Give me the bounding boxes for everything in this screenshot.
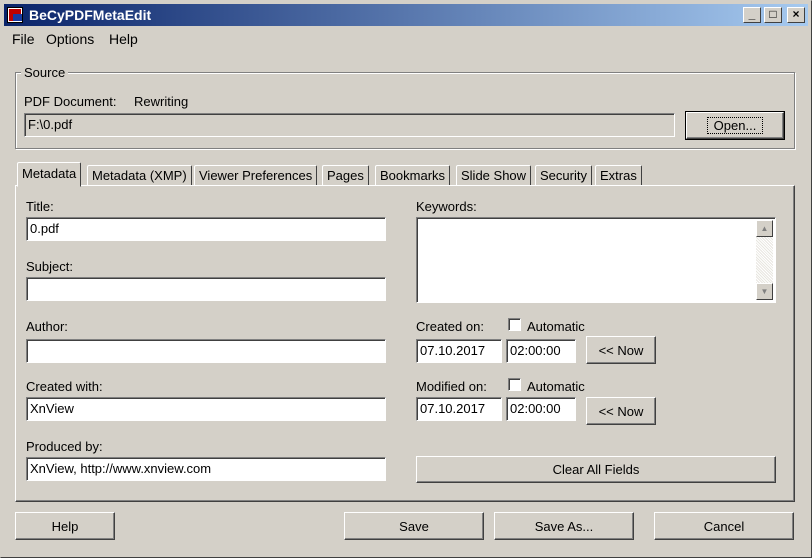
open-button[interactable]: Open...: [685, 111, 785, 140]
menu-options[interactable]: Options: [46, 31, 94, 47]
tab-metadata[interactable]: Metadata: [17, 162, 82, 187]
modified-automatic-label: Automatic: [527, 379, 585, 394]
created-now-button[interactable]: << Now: [586, 336, 656, 364]
source-group: [15, 72, 795, 149]
scroll-up-icon[interactable]: ▲: [756, 220, 773, 237]
tab-security[interactable]: Security: [535, 165, 592, 186]
title-bar[interactable]: BeCyPDFMetaEdit _ □ ×: [4, 4, 808, 26]
title-label: Title:: [26, 199, 54, 214]
created-date-input[interactable]: 07.10.2017: [416, 339, 502, 363]
save-as-button[interactable]: Save As...: [494, 512, 634, 540]
clear-all-fields-button[interactable]: Clear All Fields: [416, 456, 776, 483]
open-button-label: Open...: [706, 117, 764, 134]
keywords-scrollbar[interactable]: ▲ ▼: [756, 220, 773, 300]
close-button[interactable]: ×: [787, 7, 805, 23]
menu-help[interactable]: Help: [109, 31, 138, 47]
menu-bar: File Options Help: [4, 29, 808, 51]
subject-label: Subject:: [26, 259, 73, 274]
tab-metadata-xmp[interactable]: Metadata (XMP): [87, 165, 192, 186]
modified-on-label: Modified on:: [416, 379, 487, 394]
tab-bookmarks[interactable]: Bookmarks: [375, 165, 451, 186]
modified-automatic-checkbox[interactable]: [508, 378, 521, 391]
file-path-field: F:\0.pdf: [24, 113, 675, 137]
mode-label: Rewriting: [134, 94, 189, 109]
modified-now-button[interactable]: << Now: [586, 397, 656, 425]
produced-by-input[interactable]: XnView, http://www.xnview.com: [26, 457, 386, 481]
source-group-label: Source: [21, 65, 69, 80]
produced-by-label: Produced by:: [26, 439, 103, 454]
created-with-label: Created with:: [26, 379, 103, 394]
app-window: BeCyPDFMetaEdit _ □ × File Options Help …: [0, 0, 812, 558]
cancel-button[interactable]: Cancel: [654, 512, 794, 540]
created-automatic-checkbox[interactable]: [508, 318, 521, 331]
maximize-button[interactable]: □: [764, 7, 782, 23]
pdf-document-label: PDF Document:: [24, 94, 117, 109]
tab-pages[interactable]: Pages: [322, 165, 369, 186]
tab-slide-show[interactable]: Slide Show: [456, 165, 532, 186]
scroll-down-icon[interactable]: ▼: [756, 283, 773, 300]
modified-time-input[interactable]: 02:00:00: [506, 397, 576, 421]
app-icon: [7, 7, 23, 23]
title-input[interactable]: 0.pdf: [26, 217, 386, 241]
save-button[interactable]: Save: [344, 512, 484, 540]
keywords-textarea[interactable]: ▲ ▼: [416, 217, 776, 303]
created-time-input[interactable]: 02:00:00: [506, 339, 576, 363]
author-label: Author:: [26, 319, 68, 334]
tab-viewer-preferences[interactable]: Viewer Preferences: [194, 165, 318, 186]
author-input[interactable]: [26, 339, 386, 363]
menu-file[interactable]: File: [12, 31, 35, 47]
help-button[interactable]: Help: [15, 512, 115, 540]
modified-date-input[interactable]: 07.10.2017: [416, 397, 502, 421]
minimize-button[interactable]: _: [743, 7, 761, 23]
created-automatic-label: Automatic: [527, 319, 585, 334]
created-on-label: Created on:: [416, 319, 484, 334]
subject-input[interactable]: [26, 277, 386, 301]
window-title: BeCyPDFMetaEdit: [29, 7, 152, 23]
tab-extras[interactable]: Extras: [595, 165, 642, 186]
keywords-label: Keywords:: [416, 199, 477, 214]
created-with-input[interactable]: XnView: [26, 397, 386, 421]
